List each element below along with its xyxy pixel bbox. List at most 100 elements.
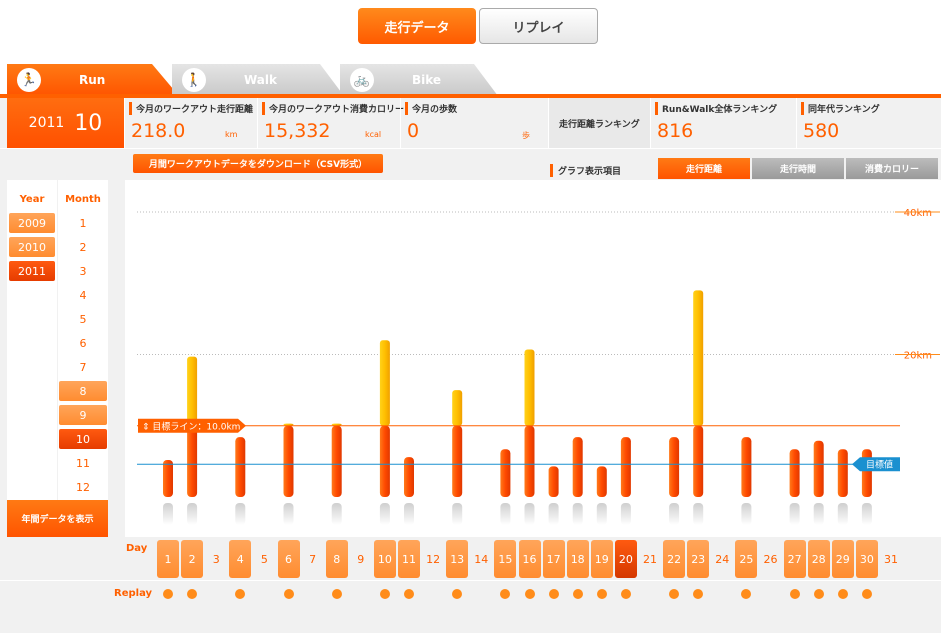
day-8-button[interactable]: 8 — [325, 540, 348, 578]
replay-day-29-button[interactable] — [837, 589, 848, 599]
bar-day-30 — [861, 449, 872, 497]
month-9-button[interactable]: 9 — [59, 405, 107, 425]
day-21-button: 21 — [643, 552, 657, 566]
runner-icon: 🏃 — [17, 68, 41, 92]
current-date: 2011 10 — [7, 98, 124, 148]
bar-day-28 — [813, 440, 824, 497]
day-25-button[interactable]: 25 — [735, 540, 758, 578]
tab-bike[interactable]: 🚲 Bike — [340, 64, 498, 96]
day-30-button[interactable]: 30 — [855, 540, 878, 578]
tab-walk[interactable]: 🚶 Walk — [172, 64, 344, 96]
replay-day-16-button[interactable] — [524, 589, 535, 599]
month-5-button: 5 — [79, 312, 87, 326]
month-6-button: 6 — [79, 336, 87, 350]
tab-run[interactable]: 🏃 Run — [7, 64, 179, 96]
ranking-header: 走行距離ランキング — [548, 98, 650, 148]
month-4-button: 4 — [79, 288, 87, 302]
bar-day-23 — [693, 425, 704, 497]
day-2-button[interactable]: 2 — [181, 540, 204, 578]
day-18-button[interactable]: 18 — [566, 540, 589, 578]
stat-calories-label: 今月のワークアウト消費カロリー — [262, 102, 404, 115]
replay-button[interactable]: リプレイ — [479, 8, 598, 44]
replay-row-label: Replay — [114, 588, 153, 599]
day-9-button: 9 — [357, 552, 365, 566]
day-23-button[interactable]: 23 — [687, 540, 710, 578]
day-15-button[interactable]: 15 — [494, 540, 517, 578]
bar-reflection-day-11 — [404, 503, 414, 525]
replay-day-6-button[interactable] — [283, 589, 294, 599]
bar-over-goal-day-16 — [524, 349, 535, 426]
month-8-button[interactable]: 8 — [59, 381, 107, 401]
bar-reflection-day-16 — [524, 503, 535, 525]
y-tick-label: 40km — [904, 208, 932, 219]
bar-reflection-day-18 — [572, 503, 583, 525]
walker-icon: 🚶 — [182, 68, 206, 92]
bar-day-17 — [548, 466, 559, 497]
tab-walk-label: Walk — [244, 73, 277, 87]
replay-day-8-button[interactable] — [331, 589, 342, 599]
day-11-button[interactable]: 11 — [398, 540, 420, 578]
day-28-button[interactable]: 28 — [807, 540, 830, 578]
day-29-button[interactable]: 29 — [831, 540, 854, 578]
day-24-button: 24 — [715, 552, 730, 566]
replay-day-18-button[interactable] — [572, 589, 583, 599]
stat-steps-unit: 歩 — [522, 131, 530, 140]
graph-time-button[interactable]: 走行時間 — [752, 158, 844, 179]
replay-day-30-button[interactable] — [861, 589, 872, 599]
graph-calories-button[interactable]: 消費カロリー — [846, 158, 938, 179]
day-12-button: 12 — [426, 552, 441, 566]
bar-over-goal-day-10 — [379, 340, 390, 426]
year-2010-button[interactable]: 2010 — [9, 237, 55, 257]
day-16-button[interactable]: 16 — [518, 540, 541, 578]
current-year: 2011 — [28, 115, 65, 131]
graph-items-label: グラフ表示項目 — [550, 164, 621, 177]
stat-overall-ranking-label: Run&Walk全体ランキング — [655, 102, 777, 115]
day-27-button[interactable]: 27 — [783, 540, 806, 578]
distance-bar-chart: 40km 20km ⇕ 目標ライン：10.0km 目標値 — [137, 208, 940, 525]
stat-age-ranking-value: 580 — [803, 120, 840, 142]
replay-day-28-button[interactable] — [813, 589, 824, 599]
replay-day-20-button[interactable] — [620, 589, 631, 599]
year-2011-button[interactable]: 2011 — [9, 261, 55, 281]
day-22-button[interactable]: 22 — [663, 540, 686, 578]
stat-steps: 今月の歩数 0 歩 — [400, 98, 548, 148]
bar-day-1 — [163, 459, 173, 497]
bar-reflection-day-23 — [693, 503, 704, 525]
day-13-button[interactable]: 13 — [446, 540, 469, 578]
bar-day-22 — [669, 437, 680, 497]
bar-reflection-day-17 — [548, 503, 559, 525]
day-10-button[interactable]: 10 — [373, 540, 396, 578]
replay-day-1-button[interactable] — [163, 589, 173, 599]
show-yearly-data-button[interactable]: 年間データを表示 — [7, 500, 108, 537]
month-10-button[interactable]: 10 — [59, 429, 107, 449]
replay-day-11-button[interactable] — [404, 589, 414, 599]
graph-distance-button[interactable]: 走行距離 — [658, 158, 750, 179]
stat-steps-label: 今月の歩数 — [405, 102, 457, 115]
day-31-button: 31 — [884, 552, 898, 566]
year-2009-button[interactable]: 2009 — [9, 213, 55, 233]
running-data-button[interactable]: 走行データ — [358, 8, 476, 44]
day-6-button[interactable]: 6 — [277, 540, 300, 578]
day-17-button[interactable]: 17 — [542, 540, 565, 578]
day-20-button[interactable]: 20 — [614, 540, 637, 578]
bar-day-27 — [789, 449, 800, 497]
replay-day-17-button[interactable] — [548, 589, 559, 599]
day-19-button[interactable]: 19 — [590, 540, 613, 578]
stat-steps-value: 0 — [407, 120, 420, 142]
replay-day-10-button[interactable] — [379, 589, 390, 599]
bar-reflection-day-13 — [452, 503, 463, 525]
chart-area: 40km 20km ⇕ 目標ライン：10.0km 目標値 — [125, 180, 941, 537]
bar-day-16 — [524, 425, 535, 497]
replay-day-27-button[interactable] — [789, 589, 800, 599]
year-column — [7, 180, 57, 537]
replay-day-19-button[interactable] — [596, 589, 607, 599]
month-7-button: 7 — [79, 360, 87, 374]
stat-age-ranking-label: 同年代ランキング — [801, 102, 880, 115]
day-1-button[interactable]: 1 — [157, 540, 179, 578]
current-month: 10 — [74, 110, 103, 136]
download-csv-button[interactable]: 月間ワークアウトデータをダウンロード（CSV形式） — [133, 154, 383, 173]
stat-distance-unit: km — [225, 130, 238, 139]
day-3-button: 3 — [212, 552, 220, 566]
day-4-button[interactable]: 4 — [229, 540, 252, 578]
day-7-button: 7 — [309, 552, 317, 566]
